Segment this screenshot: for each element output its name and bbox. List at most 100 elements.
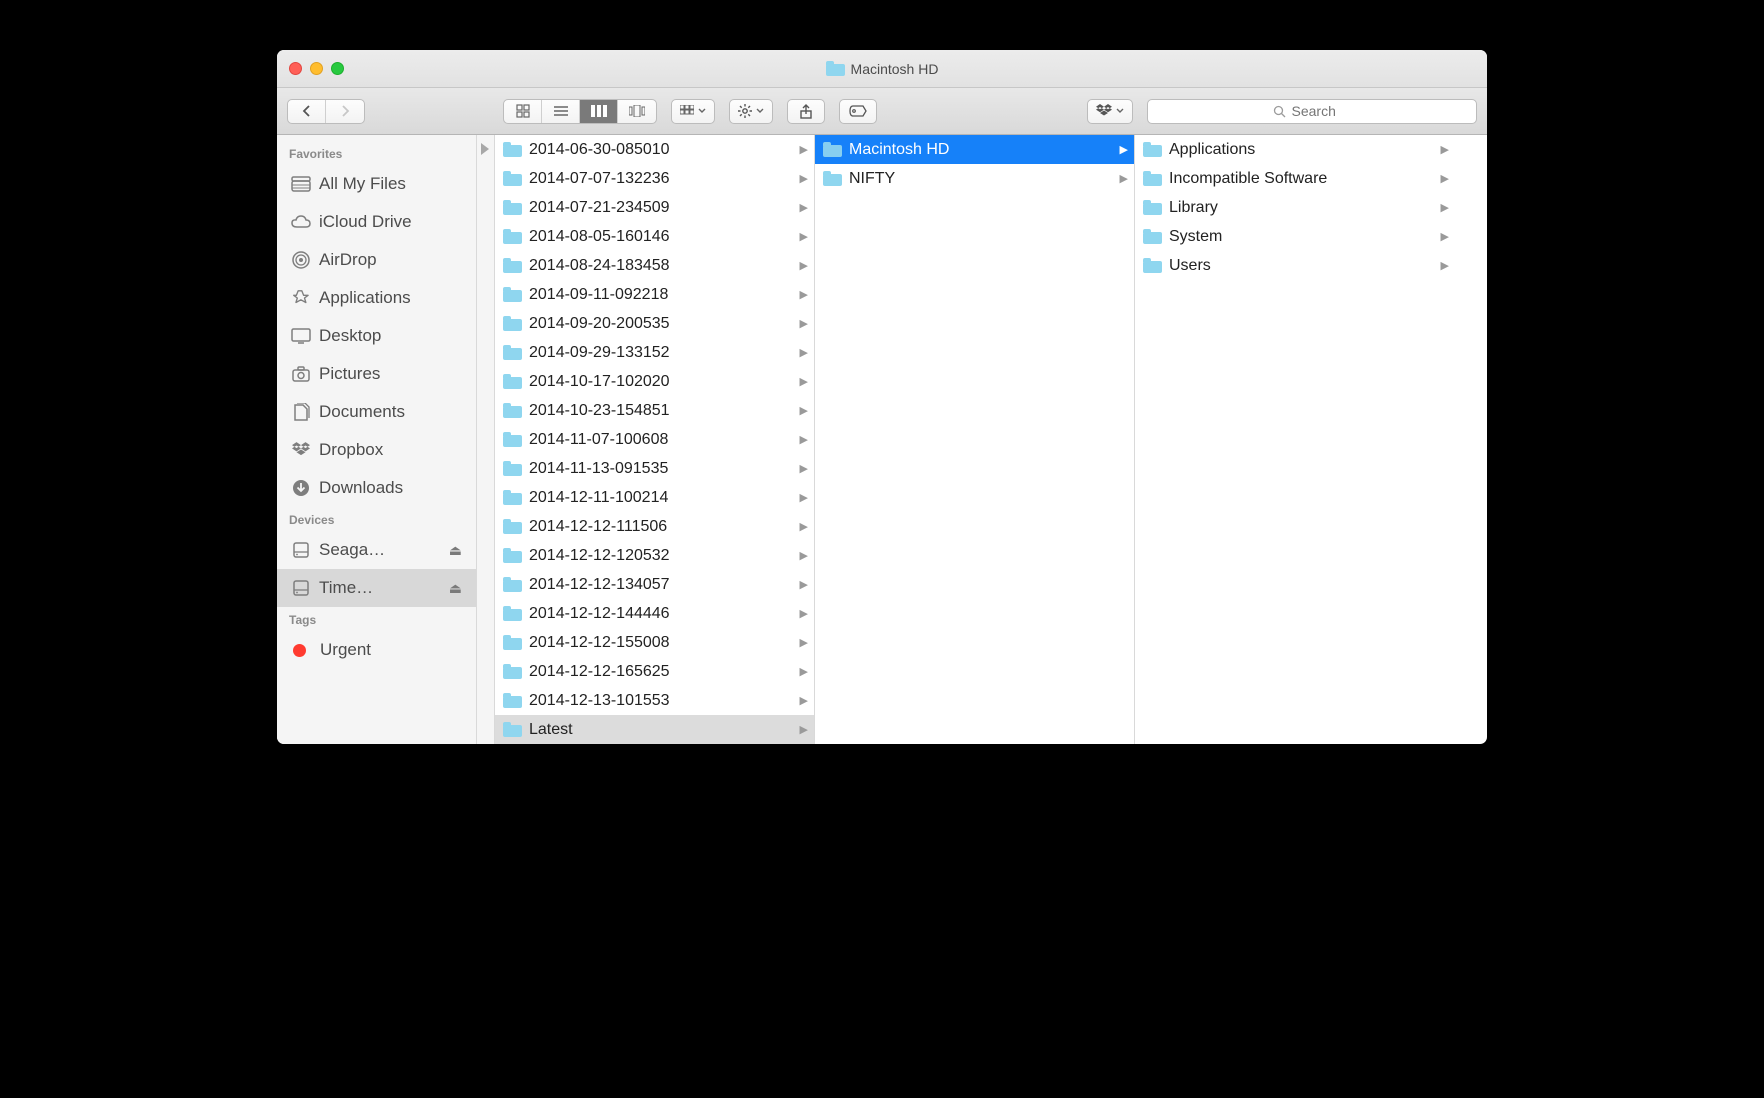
folder-icon [1143, 258, 1162, 273]
column: 2014-06-30-085010▶2014-07-07-132236▶2014… [495, 135, 815, 744]
sidebar-item[interactable]: Documents [277, 393, 476, 431]
applications-icon [291, 288, 311, 308]
list-item[interactable]: 2014-11-13-091535▶ [495, 454, 814, 483]
share-button[interactable] [787, 99, 825, 124]
eject-icon[interactable]: ⏏ [449, 580, 462, 597]
column-view-button[interactable] [580, 100, 618, 123]
sidebar-item[interactable]: iCloud Drive [277, 203, 476, 241]
dropbox-toolbar-button[interactable] [1087, 99, 1133, 124]
search-field[interactable] [1147, 99, 1477, 124]
list-item[interactable]: Incompatible Software▶ [1135, 164, 1455, 193]
list-item[interactable]: 2014-10-17-102020▶ [495, 367, 814, 396]
column: Macintosh HD▶NIFTY▶ [815, 135, 1135, 744]
folder-icon [503, 316, 522, 331]
sidebar-expand-handle[interactable] [477, 135, 495, 744]
sidebar-section-header: Favorites [277, 141, 476, 165]
sidebar-item[interactable]: Urgent [277, 631, 476, 669]
list-item[interactable]: 2014-10-23-154851▶ [495, 396, 814, 425]
finder-window: Macintosh HD [277, 50, 1487, 744]
list-item[interactable]: 2014-09-11-092218▶ [495, 280, 814, 309]
sidebar-section-header: Devices [277, 507, 476, 531]
list-item[interactable]: 2014-12-12-144446▶ [495, 599, 814, 628]
list-item[interactable]: 2014-09-20-200535▶ [495, 309, 814, 338]
list-item[interactable]: 2014-12-12-165625▶ [495, 657, 814, 686]
list-item[interactable]: 2014-11-07-100608▶ [495, 425, 814, 454]
sidebar-item[interactable]: All My Files [277, 165, 476, 203]
tags-button[interactable] [839, 99, 877, 124]
sidebar-item[interactable]: Time…⏏ [277, 569, 476, 607]
sidebar-item[interactable]: Dropbox [277, 431, 476, 469]
list-item-label: Users [1169, 257, 1434, 275]
list-item-label: 2014-12-11-100214 [529, 489, 793, 507]
dropbox-icon [291, 440, 311, 460]
list-item[interactable]: NIFTY▶ [815, 164, 1134, 193]
folder-icon [1143, 142, 1162, 157]
list-item[interactable]: 2014-12-12-155008▶ [495, 628, 814, 657]
sidebar-item[interactable]: Downloads [277, 469, 476, 507]
list-item[interactable]: 2014-07-07-132236▶ [495, 164, 814, 193]
forward-button[interactable] [326, 100, 364, 123]
list-item-label: 2014-06-30-085010 [529, 141, 793, 159]
list-item[interactable]: 2014-07-21-234509 ▶ [495, 193, 814, 222]
list-item[interactable]: Library▶ [1135, 193, 1455, 222]
maximize-button[interactable] [331, 62, 344, 75]
list-item-label: 2014-10-17-102020 [529, 373, 793, 391]
list-item-label: 2014-12-12-134057 [529, 576, 793, 594]
list-item-label: 2014-10-23-154851 [529, 402, 793, 420]
list-item[interactable]: 2014-06-30-085010▶ [495, 135, 814, 164]
list-item-label: 2014-09-11-092218 [529, 286, 793, 304]
icon-view-button[interactable] [504, 100, 542, 123]
sidebar-item[interactable]: AirDrop [277, 241, 476, 279]
folder-icon [503, 345, 522, 360]
traffic-lights [289, 62, 344, 75]
list-item[interactable]: 2014-09-29-133152▶ [495, 338, 814, 367]
list-item[interactable]: 2014-08-24-183458▶ [495, 251, 814, 280]
list-item[interactable]: Latest▶ [495, 715, 814, 744]
list-item[interactable]: 2014-12-12-120532▶ [495, 541, 814, 570]
list-item-label: Incompatible Software [1169, 170, 1434, 188]
list-item[interactable]: 2014-12-11-100214▶ [495, 483, 814, 512]
chevron-right-icon: ▶ [800, 172, 808, 185]
close-button[interactable] [289, 62, 302, 75]
sidebar-item[interactable]: Applications [277, 279, 476, 317]
list-item[interactable]: Users ▶ [1135, 251, 1455, 280]
sidebar-item[interactable]: Seaga…⏏ [277, 531, 476, 569]
sidebar-item[interactable]: Pictures [277, 355, 476, 393]
chevron-right-icon: ▶ [800, 520, 808, 533]
title-bar: Macintosh HD [277, 50, 1487, 88]
sidebar-item[interactable]: Desktop [277, 317, 476, 355]
list-item[interactable]: System▶ [1135, 222, 1455, 251]
eject-icon[interactable]: ⏏ [449, 542, 462, 559]
list-item[interactable]: 2014-12-12-111506▶ [495, 512, 814, 541]
list-item[interactable]: 2014-08-05-160146▶ [495, 222, 814, 251]
all-my-files-icon [291, 174, 311, 194]
list-view-button[interactable] [542, 100, 580, 123]
list-item[interactable]: 2014-12-13-101553▶ [495, 686, 814, 715]
search-input[interactable] [1292, 103, 1352, 119]
list-item[interactable]: Applications▶ [1135, 135, 1455, 164]
chevron-right-icon: ▶ [1441, 259, 1449, 272]
folder-icon [503, 171, 522, 186]
minimize-button[interactable] [310, 62, 323, 75]
sidebar-section-header: Tags [277, 607, 476, 631]
chevron-right-icon: ▶ [800, 201, 808, 214]
back-button[interactable] [288, 100, 326, 123]
chevron-right-icon: ▶ [1441, 143, 1449, 156]
chevron-right-icon [481, 143, 489, 155]
list-item-label: Latest [529, 721, 793, 739]
toolbar [277, 88, 1487, 135]
arrange-button[interactable] [671, 99, 715, 124]
folder-icon [503, 200, 522, 215]
chevron-right-icon: ▶ [800, 433, 808, 446]
chevron-right-icon: ▶ [800, 549, 808, 562]
list-item[interactable]: Macintosh HD▶ [815, 135, 1134, 164]
list-item[interactable]: 2014-12-12-134057 ▶ [495, 570, 814, 599]
chevron-right-icon: ▶ [800, 346, 808, 359]
coverflow-view-button[interactable] [618, 100, 656, 123]
chevron-right-icon: ▶ [800, 578, 808, 591]
action-button[interactable] [729, 99, 773, 124]
folder-icon [1143, 171, 1162, 186]
list-item-label: 2014-07-21-234509 [529, 199, 793, 217]
icloud-icon [291, 212, 311, 232]
tag-dot-icon [293, 644, 306, 657]
